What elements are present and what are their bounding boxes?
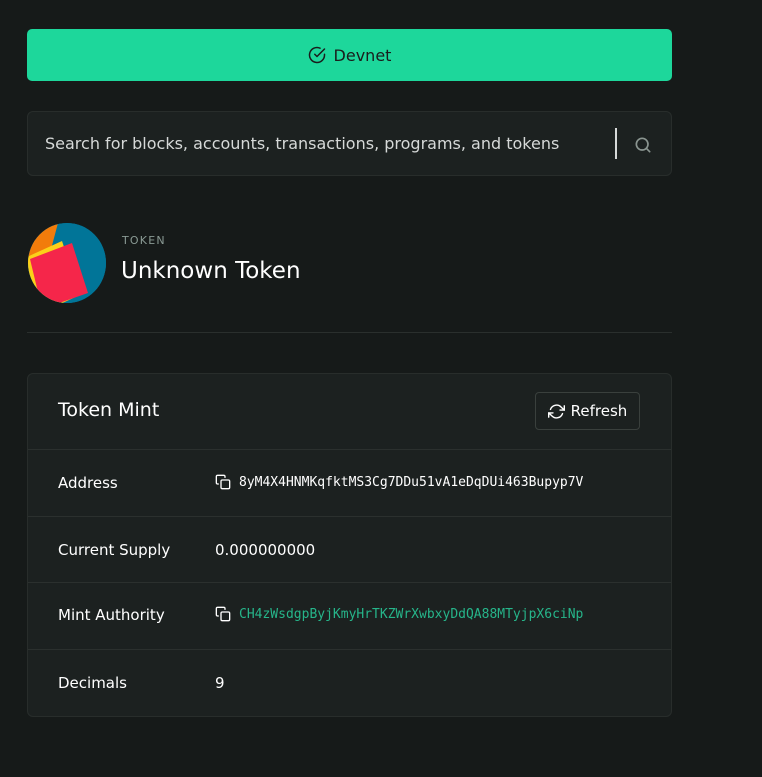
refresh-label: Refresh bbox=[570, 402, 628, 420]
token-type-label: TOKEN bbox=[122, 234, 166, 247]
row-value: CH4zWsdgpByjKmyHrTKZWrXwbxyDdQA88MTyjpX6… bbox=[215, 606, 583, 622]
header-divider bbox=[27, 332, 672, 333]
token-mint-card: Token Mint Refresh Address 8yM4X4HNMKqfk… bbox=[27, 373, 672, 717]
current-supply-value: 0.000000000 bbox=[215, 541, 316, 559]
search-divider bbox=[615, 128, 617, 159]
identicon-avatar bbox=[28, 223, 106, 303]
refresh-button[interactable]: Refresh bbox=[535, 392, 640, 430]
search-placeholder: Search for blocks, accounts, transaction… bbox=[45, 134, 560, 153]
row-label: Current Supply bbox=[58, 541, 171, 559]
cluster-status-button[interactable]: Devnet bbox=[27, 29, 672, 81]
row-current-supply: Current Supply 0.000000000 bbox=[28, 517, 671, 583]
row-label: Decimals bbox=[58, 674, 127, 692]
row-decimals: Decimals 9 bbox=[28, 650, 671, 716]
row-value: 8yM4X4HNMKqfktMS3Cg7DDu51vA1eDqDUi463Bup… bbox=[215, 474, 583, 490]
copy-icon[interactable] bbox=[215, 606, 231, 622]
mint-authority-link[interactable]: CH4zWsdgpByjKmyHrTKZWrXwbxyDdQA88MTyjpX6… bbox=[239, 607, 583, 622]
address-value[interactable]: 8yM4X4HNMKqfktMS3Cg7DDu51vA1eDqDUi463Bup… bbox=[239, 475, 583, 490]
card-header: Token Mint Refresh bbox=[28, 374, 671, 450]
decimals-value: 9 bbox=[215, 674, 225, 692]
search-input[interactable]: Search for blocks, accounts, transaction… bbox=[27, 111, 672, 176]
search-icon[interactable] bbox=[633, 135, 653, 155]
row-label: Address bbox=[58, 474, 118, 492]
check-circle-icon bbox=[308, 46, 326, 64]
refresh-icon bbox=[547, 403, 565, 420]
row-address: Address 8yM4X4HNMKqfktMS3Cg7DDu51vA1eDqD… bbox=[28, 450, 671, 517]
row-label: Mint Authority bbox=[58, 606, 165, 624]
row-mint-authority: Mint Authority CH4zWsdgpByjKmyHrTKZWrXwb… bbox=[28, 583, 671, 650]
page: Devnet Search for blocks, accounts, tran… bbox=[0, 0, 762, 777]
copy-icon[interactable] bbox=[215, 474, 231, 490]
token-name: Unknown Token bbox=[121, 258, 301, 284]
card-title: Token Mint bbox=[58, 399, 160, 421]
cluster-label: Devnet bbox=[333, 45, 392, 65]
